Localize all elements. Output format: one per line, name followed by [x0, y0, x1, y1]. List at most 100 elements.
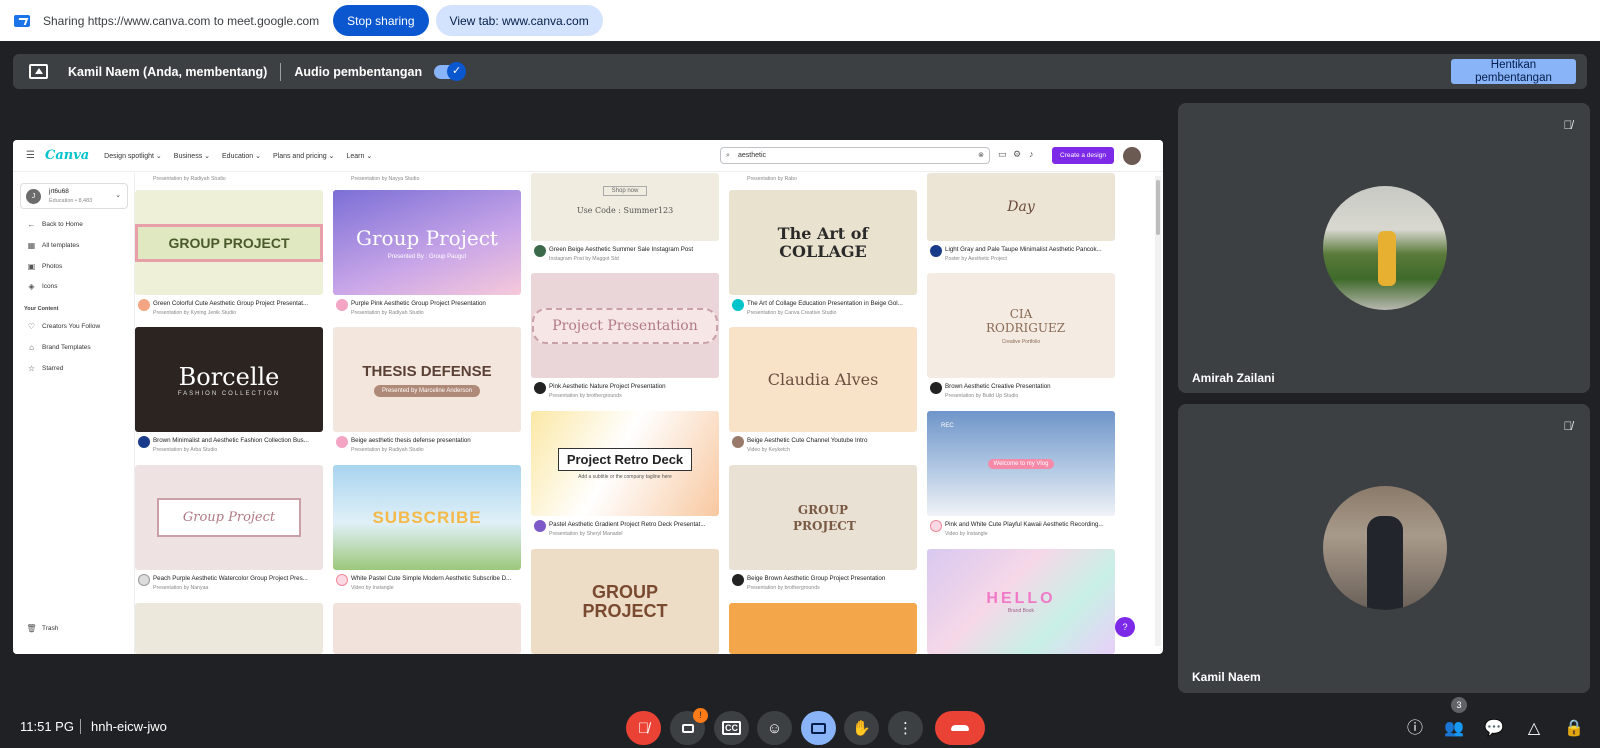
- sidebar-item-brand-templates[interactable]: ⌂ Brand Templates: [26, 343, 91, 352]
- sidebar-item-trash[interactable]: 🗑 Trash: [26, 624, 58, 633]
- template-card[interactable]: Project Retro Deck Add a subtitle or the…: [531, 411, 719, 546]
- meeting-info-button[interactable]: ⓘ: [1402, 716, 1428, 742]
- sidebar-item-back-home[interactable]: ← Back to Home: [26, 220, 83, 229]
- nav-design-spotlight[interactable]: Design spotlight ⌄: [104, 152, 162, 160]
- stop-sharing-button[interactable]: Stop sharing: [333, 5, 429, 36]
- template-name[interactable]: Pink and White Cute Playful Kawaii Aesth…: [927, 521, 1115, 528]
- template-thumbnail[interactable]: [729, 603, 917, 654]
- template-name[interactable]: Purple Pink Aesthetic Group Project Pres…: [333, 300, 521, 307]
- bell-icon[interactable]: ♪: [1029, 149, 1034, 159]
- camera-toggle-button[interactable]: !: [670, 708, 708, 745]
- template-thumbnail[interactable]: Group Project Presented By : Group Paugu…: [333, 190, 521, 295]
- template-thumbnail[interactable]: [135, 603, 323, 654]
- template-name[interactable]: Peach Purple Aesthetic Watercolor Group …: [135, 575, 323, 582]
- template-thumbnail[interactable]: Shop now Use Code : Summer123: [531, 173, 719, 241]
- search-input[interactable]: ⌕ aesthetic ⊗: [720, 147, 990, 164]
- template-thumbnail[interactable]: Borcelle FASHION COLLECTION: [135, 327, 323, 432]
- template-thumbnail[interactable]: SUBSCRIBE: [333, 465, 521, 570]
- template-thumbnail[interactable]: Claudia Alves: [729, 327, 917, 432]
- scrollbar-thumb[interactable]: [1156, 180, 1160, 235]
- chat-button[interactable]: 💬: [1481, 716, 1507, 742]
- template-name[interactable]: The Art of Collage Education Presentatio…: [729, 300, 917, 307]
- canva-logo[interactable]: Canva: [45, 148, 89, 163]
- view-tab-button[interactable]: View tab: www.canva.com: [435, 5, 603, 36]
- template-name[interactable]: Pink Aesthetic Nature Project Presentati…: [531, 383, 719, 390]
- nav-business[interactable]: Business ⌄: [174, 152, 210, 160]
- clear-search-icon[interactable]: ⊗: [978, 148, 984, 163]
- participant-tile[interactable]: 🎙̸ Amirah Zailani: [1178, 103, 1590, 393]
- template-card[interactable]: Project Presentation Pink Aesthetic Natu…: [531, 273, 719, 408]
- template-name[interactable]: Beige Brown Aesthetic Group Project Pres…: [729, 575, 917, 582]
- template-thumbnail[interactable]: Group Project: [135, 465, 323, 570]
- template-card[interactable]: [729, 603, 917, 654]
- template-thumbnail[interactable]: HELLO Brand Book: [927, 549, 1115, 654]
- stop-presenting-button[interactable]: Hentikan pembentangan: [1451, 59, 1576, 84]
- template-card[interactable]: SUBSCRIBE White Pastel Cute Simple Moder…: [333, 465, 521, 600]
- scrollbar[interactable]: [1155, 176, 1161, 646]
- template-name[interactable]: Brown Minimalist and Aesthetic Fashion C…: [135, 437, 323, 444]
- template-card[interactable]: Borcelle FASHION COLLECTION Brown Minima…: [135, 327, 323, 462]
- create-design-button[interactable]: Create a design: [1052, 147, 1114, 164]
- template-card[interactable]: GROUP PROJECT: [531, 549, 719, 654]
- template-card[interactable]: CIA RODRIGUEZ Creative Portfolio Brown A…: [927, 273, 1115, 408]
- template-name[interactable]: Beige Aesthetic Cute Channel Youtube Int…: [729, 437, 917, 444]
- activities-button[interactable]: △: [1521, 716, 1547, 742]
- template-name[interactable]: Beige aesthetic thesis defense presentat…: [333, 437, 521, 444]
- mic-toggle-button[interactable]: 🎙̸: [626, 711, 661, 745]
- template-thumbnail[interactable]: Day: [927, 173, 1115, 241]
- sidebar-item-all-templates[interactable]: ▦ All templates: [26, 241, 80, 250]
- template-card[interactable]: The Art of COLLAGE The Art of Collage Ed…: [729, 190, 917, 325]
- raise-hand-button[interactable]: ✋: [844, 711, 879, 745]
- nav-plans-pricing[interactable]: Plans and pricing ⌄: [273, 152, 335, 160]
- template-thumbnail[interactable]: Project Presentation: [531, 273, 719, 378]
- template-card[interactable]: Group Project Presented By : Group Paugu…: [333, 190, 521, 325]
- menu-icon[interactable]: ☰: [26, 150, 35, 161]
- help-button[interactable]: ?: [1115, 617, 1135, 637]
- template-card[interactable]: HELLO Brand Book: [927, 549, 1115, 654]
- more-options-button[interactable]: ⋮: [888, 711, 923, 745]
- people-button[interactable]: 👥 3: [1441, 697, 1467, 742]
- template-card[interactable]: [135, 603, 323, 654]
- template-thumbnail[interactable]: Project Retro Deck Add a subtitle or the…: [531, 411, 719, 516]
- template-card[interactable]: Group Project Peach Purple Aesthetic Wat…: [135, 465, 323, 600]
- leave-call-button[interactable]: [935, 711, 985, 745]
- sidebar-item-photos[interactable]: ▣ Photos: [26, 262, 63, 271]
- sidebar-item-starred[interactable]: ☆ Starred: [26, 364, 63, 373]
- template-thumbnail[interactable]: [333, 603, 521, 654]
- template-card[interactable]: GROUP PROJECT Green Colorful Cute Aesthe…: [135, 190, 323, 325]
- template-name[interactable]: Light Gray and Pale Taupe Minimalist Aes…: [927, 246, 1115, 253]
- template-card[interactable]: Shop now Use Code : Summer123 Green Beig…: [531, 173, 719, 273]
- template-card[interactable]: REC Welcome to my Vlog Pink and White Cu…: [927, 411, 1115, 546]
- nav-learn[interactable]: Learn ⌄: [346, 152, 372, 160]
- nav-education[interactable]: Education ⌄: [222, 152, 261, 160]
- desktop-icon[interactable]: ▭: [998, 149, 1007, 160]
- template-card[interactable]: THESIS DEFENSE Presented by Marceline An…: [333, 327, 521, 462]
- template-name[interactable]: Pastel Aesthetic Gradient Project Retro …: [531, 521, 719, 528]
- account-switcher[interactable]: J jrt6u68 Education • 8,483 ⌄: [20, 183, 128, 209]
- template-thumbnail[interactable]: GROUP PROJECT: [531, 549, 719, 654]
- template-thumbnail[interactable]: GROUP PROJECT: [729, 465, 917, 570]
- template-thumbnail[interactable]: REC Welcome to my Vlog: [927, 411, 1115, 516]
- presentation-audio-toggle[interactable]: ✓: [434, 61, 467, 81]
- template-name[interactable]: Brown Aesthetic Creative Presentation: [927, 383, 1115, 390]
- participant-tile[interactable]: 🎙̸ Kamil Naem: [1178, 404, 1590, 693]
- template-card[interactable]: GROUP PROJECT Beige Brown Aesthetic Grou…: [729, 465, 917, 600]
- template-thumbnail[interactable]: The Art of COLLAGE: [729, 190, 917, 295]
- template-name[interactable]: Green Beige Aesthetic Summer Sale Instag…: [531, 246, 719, 253]
- template-name[interactable]: White Pastel Cute Simple Modern Aestheti…: [333, 575, 521, 582]
- sidebar-item-creators[interactable]: ♡ Creators You Follow: [26, 322, 100, 331]
- gear-icon[interactable]: ⚙: [1013, 149, 1021, 160]
- captions-button[interactable]: CC: [714, 711, 749, 745]
- template-card[interactable]: Claudia Alves Beige Aesthetic Cute Chann…: [729, 327, 917, 462]
- emoji-button[interactable]: ☺: [757, 711, 792, 745]
- host-controls-button[interactable]: 🔒: [1561, 716, 1587, 742]
- template-card[interactable]: Day Light Gray and Pale Taupe Minimalist…: [927, 173, 1115, 283]
- avatar[interactable]: [1123, 147, 1141, 165]
- template-thumbnail[interactable]: THESIS DEFENSE Presented by Marceline An…: [333, 327, 521, 432]
- template-card[interactable]: [333, 603, 521, 654]
- present-button[interactable]: [801, 711, 836, 745]
- template-thumbnail[interactable]: CIA RODRIGUEZ Creative Portfolio: [927, 273, 1115, 378]
- template-thumbnail[interactable]: GROUP PROJECT: [135, 190, 323, 295]
- sidebar-item-icons[interactable]: ◈ Icons: [26, 282, 57, 291]
- template-name[interactable]: Green Colorful Cute Aesthetic Group Proj…: [135, 300, 323, 307]
